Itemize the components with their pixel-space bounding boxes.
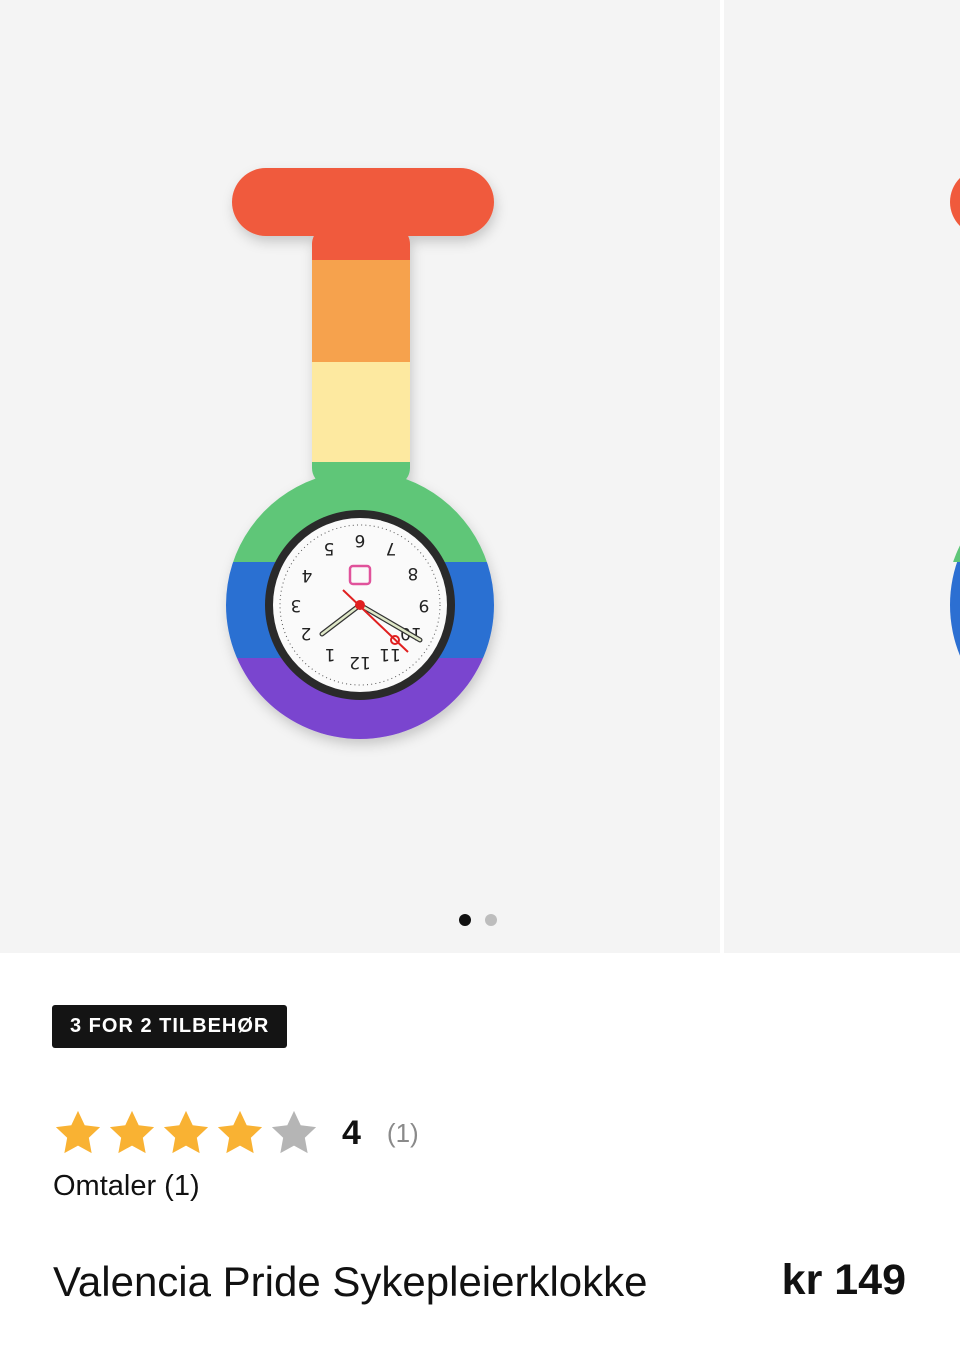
rating-count: (1)	[386, 1117, 419, 1148]
star-filled-icon	[163, 1110, 209, 1154]
product-price: kr 149	[781, 1256, 906, 1304]
svg-text:1: 1	[325, 644, 336, 664]
promo-badge-label: 3 FOR 2 TILBEHØR	[70, 1015, 270, 1037]
promo-badge: 3 FOR 2 TILBEHØR	[52, 1005, 288, 1048]
star-filled-icon	[109, 1110, 155, 1154]
product-image-gallery[interactable]: 6 7 8 9 10 11 12 1 2 3 4 5	[0, 0, 960, 953]
svg-text:2: 2	[301, 623, 312, 643]
gallery-pagination	[459, 913, 497, 927]
product-image-next	[724, 177, 960, 656]
star-empty-icon	[271, 1110, 317, 1154]
rating-value: 4	[342, 1113, 361, 1152]
product-image: 6 7 8 9 10 11 12 1 2 3 4 5	[226, 168, 494, 739]
svg-text:6: 6	[355, 530, 366, 550]
watch-face: 6 7 8 9 10 11 12 1 2 3 4 5	[265, 510, 455, 700]
svg-text:7: 7	[386, 538, 397, 558]
star-filled-icon	[217, 1110, 263, 1154]
reviews-link[interactable]: Omtaler (1)	[53, 1170, 200, 1203]
product-page: 6 7 8 9 10 11 12 1 2 3 4 5	[0, 0, 960, 1359]
pagination-dot-1[interactable]	[459, 914, 471, 926]
svg-text:11: 11	[379, 644, 401, 664]
svg-text:4: 4	[302, 565, 313, 585]
product-title: Valencia Pride Sykepleierklokke	[53, 1258, 648, 1305]
product-rating[interactable]: 4 (1)	[52, 1105, 419, 1161]
star-filled-icon	[55, 1110, 101, 1154]
rating-stars	[52, 1107, 320, 1159]
svg-text:8: 8	[408, 563, 419, 583]
svg-text:9: 9	[419, 595, 430, 615]
svg-text:3: 3	[291, 595, 302, 615]
pagination-dot-2[interactable]	[485, 914, 497, 926]
gallery-slide-2[interactable]	[724, 0, 960, 953]
svg-text:5: 5	[324, 538, 335, 558]
gallery-slide-1[interactable]: 6 7 8 9 10 11 12 1 2 3 4 5	[0, 0, 720, 953]
svg-text:12: 12	[349, 652, 371, 672]
